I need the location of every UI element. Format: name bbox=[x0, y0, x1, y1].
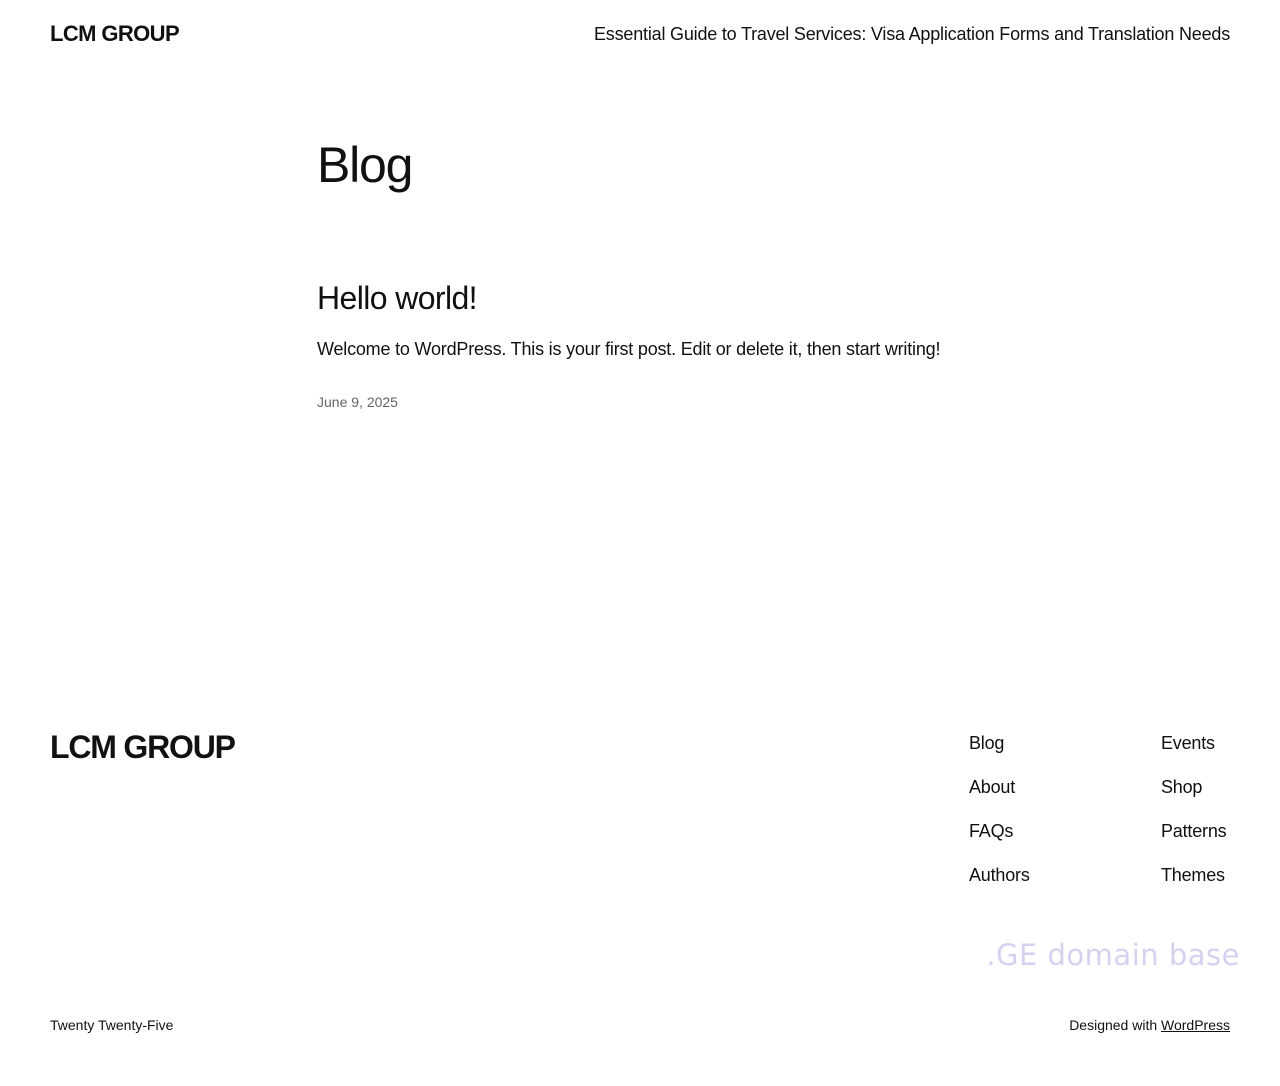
theme-credit: Twenty Twenty-Five bbox=[50, 1017, 174, 1033]
footer-site-title-link[interactable]: LCM GROUP bbox=[50, 729, 236, 766]
watermark-text: .GE domain base bbox=[986, 938, 1240, 972]
designed-with-credit: Designed with WordPress bbox=[1069, 1017, 1230, 1033]
site-title-link[interactable]: LCM GROUP bbox=[50, 21, 180, 47]
post-title-link[interactable]: Hello world! bbox=[317, 280, 478, 317]
footer-link-authors[interactable]: Authors bbox=[969, 864, 1030, 908]
footer-link-about[interactable]: About bbox=[969, 776, 1030, 820]
footer-link-themes[interactable]: Themes bbox=[1161, 864, 1226, 908]
footer-link-patterns[interactable]: Patterns bbox=[1161, 820, 1227, 864]
post-excerpt: Welcome to WordPress. This is your first… bbox=[317, 339, 941, 359]
header-nav-link[interactable]: Essential Guide to Travel Services: Visa… bbox=[594, 24, 1230, 45]
post-date[interactable]: June 9, 2025 bbox=[317, 394, 398, 410]
footer-link-blog[interactable]: Blog bbox=[969, 732, 1030, 776]
footer-link-shop[interactable]: Shop bbox=[1161, 776, 1226, 820]
page-title: Blog bbox=[317, 137, 413, 193]
footer-nav-column-2: Events Shop Patterns Themes bbox=[1161, 732, 1227, 908]
designed-with-label: Designed with bbox=[1069, 1017, 1158, 1033]
footer-nav-column-1: Blog About FAQs Authors bbox=[969, 732, 1030, 908]
footer-link-events[interactable]: Events bbox=[1161, 732, 1226, 776]
wordpress-link[interactable]: WordPress bbox=[1161, 1017, 1230, 1033]
footer-link-faqs[interactable]: FAQs bbox=[969, 820, 1030, 864]
